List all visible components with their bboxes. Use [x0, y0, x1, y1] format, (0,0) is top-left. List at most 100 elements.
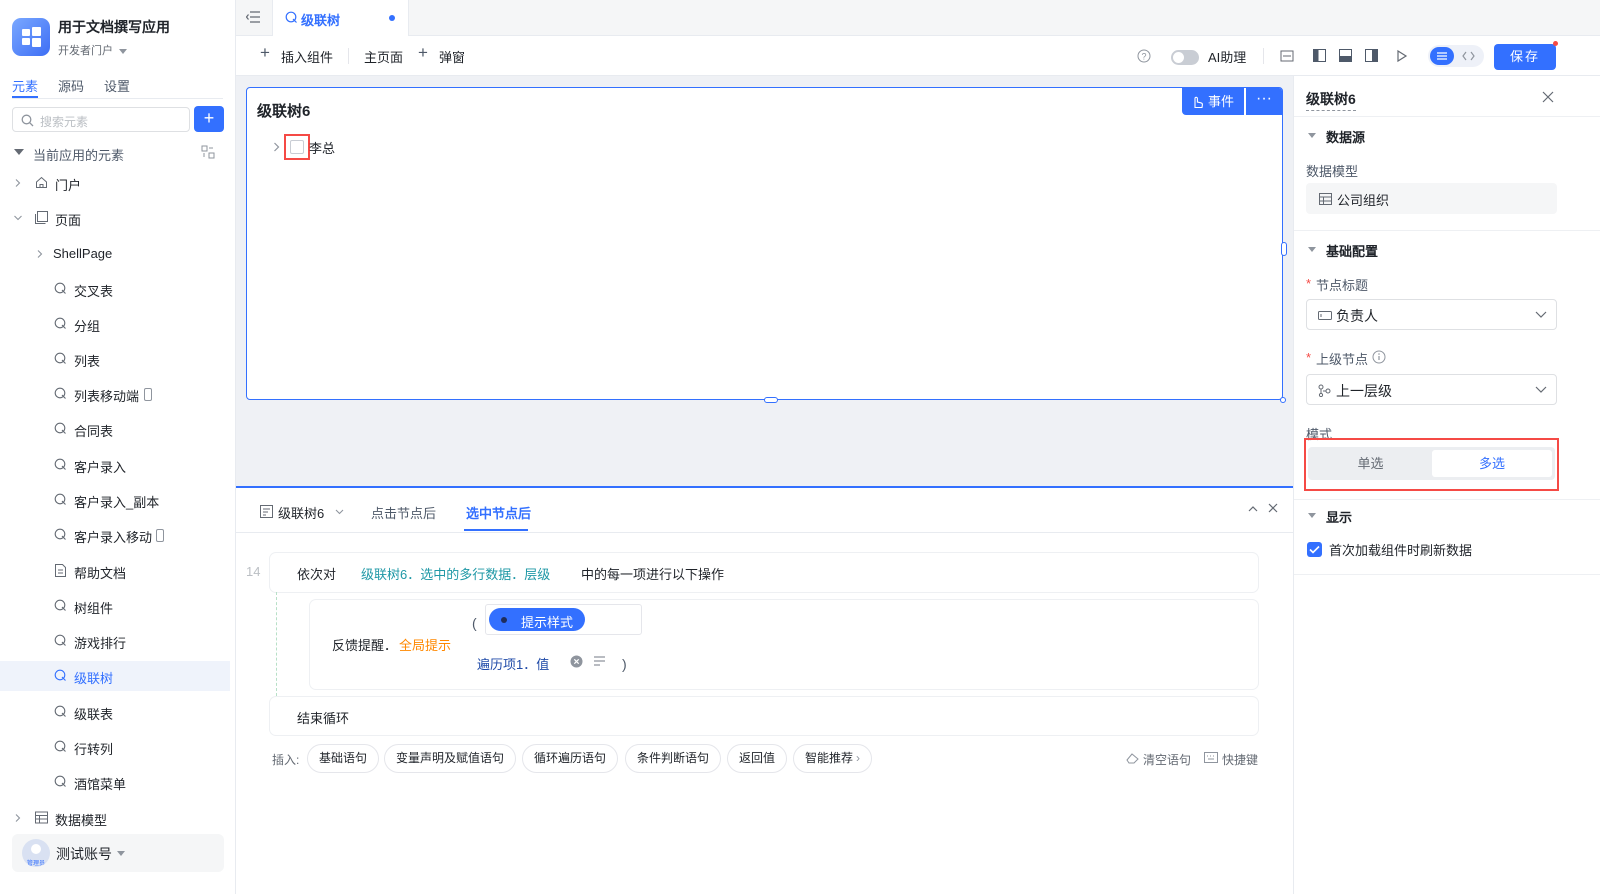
- insert-component-button[interactable]: 插入组件: [281, 47, 333, 66]
- node-title-label: 节点标题: [1316, 278, 1369, 293]
- sidebar-item[interactable]: 级联表: [0, 697, 230, 727]
- cascade-tree-component[interactable]: 级联树6 事件 ··· 李总: [246, 87, 1287, 403]
- code-mode-icon[interactable]: [1462, 50, 1475, 62]
- app-subtitle[interactable]: 开发者门户: [58, 42, 128, 58]
- sidebar-item[interactable]: 树组件: [0, 591, 230, 621]
- doc-icon: [55, 564, 66, 577]
- save-button[interactable]: 保存: [1494, 44, 1556, 70]
- sidebar-item[interactable]: 客户录入: [0, 450, 230, 480]
- tab-cascade-tree[interactable]: 级联树: [272, 0, 409, 36]
- add-element-button[interactable]: +: [194, 106, 224, 132]
- sidebar-item[interactable]: 数据模型: [0, 803, 230, 833]
- search-input[interactable]: 搜索元素: [12, 107, 190, 132]
- resize-handle-corner[interactable]: [1280, 397, 1286, 403]
- home-page-button[interactable]: 主页面: [364, 47, 403, 66]
- format-icon[interactable]: [593, 655, 606, 667]
- insert-chip[interactable]: 返回值: [727, 744, 788, 773]
- chevron-up-icon[interactable]: [1248, 505, 1258, 512]
- feedback-statement[interactable]: 反馈提醒． 全局提示 ( 提示样式 遍历项1．值 ): [310, 600, 1258, 689]
- sidebar-item[interactable]: 分组: [0, 309, 230, 339]
- loop-target-expression[interactable]: 级联树6．选中的多行数据．层级: [361, 564, 550, 583]
- chevron-down-icon[interactable]: [335, 509, 344, 515]
- props-title[interactable]: 级联树6: [1306, 89, 1356, 111]
- tab-elements[interactable]: 元素: [12, 76, 39, 98]
- chevron-down-icon: [1535, 311, 1547, 318]
- iter-value-expression[interactable]: 遍历项1．值: [477, 654, 549, 673]
- sidebar-item[interactable]: 列表移动端: [0, 379, 230, 409]
- sidebar-item[interactable]: 门户: [0, 168, 230, 198]
- caret-down-icon[interactable]: [1308, 513, 1316, 518]
- info-icon[interactable]: [1372, 350, 1386, 364]
- shortcut-button[interactable]: 快捷键: [1222, 751, 1258, 768]
- layout-right-icon[interactable]: [1365, 49, 1378, 62]
- view-mode-switch[interactable]: [1428, 45, 1484, 67]
- chevron-right-icon[interactable]: [14, 179, 22, 187]
- sidebar-item[interactable]: 客户录入移动: [0, 520, 230, 550]
- layout-left-icon[interactable]: [1313, 49, 1326, 62]
- node-checkbox[interactable]: [290, 140, 304, 154]
- sidebar-item[interactable]: 客户录入_副本: [0, 485, 230, 515]
- sidebar-item[interactable]: 游戏排行: [0, 626, 230, 656]
- sidebar-item[interactable]: 页面: [0, 203, 230, 233]
- style-param-slot[interactable]: 提示样式: [485, 604, 642, 635]
- tab-settings[interactable]: 设置: [104, 76, 130, 98]
- mode-single-option[interactable]: 单选: [1311, 450, 1430, 477]
- section-current-elements[interactable]: 当前应用的元素: [0, 138, 230, 168]
- loop-statement[interactable]: 依次对 级联树6．选中的多行数据．层级 中的每一项进行以下操作: [270, 553, 1258, 592]
- tab-source[interactable]: 源码: [58, 76, 84, 98]
- insert-chip[interactable]: 智能推荐 ›: [793, 744, 873, 773]
- chevron-right-icon[interactable]: [14, 814, 22, 822]
- sidebar-item[interactable]: 帮助文档: [0, 556, 230, 586]
- insert-chip[interactable]: 变量声明及赋值语句: [384, 744, 517, 773]
- more-icon[interactable]: ···: [1246, 88, 1282, 115]
- layout-bottom-icon[interactable]: [1339, 49, 1352, 62]
- account-bar[interactable]: 管理员 测试账号: [12, 834, 224, 872]
- end-loop-statement[interactable]: 结束循环: [270, 697, 1258, 735]
- help-icon[interactable]: ?: [1137, 49, 1151, 63]
- resize-handle-right[interactable]: [1281, 242, 1287, 256]
- sidebar-item[interactable]: 交叉表: [0, 274, 230, 304]
- sidebar-item[interactable]: 列表: [0, 344, 230, 374]
- close-icon[interactable]: [1542, 91, 1554, 103]
- layout-full-icon[interactable]: [1280, 50, 1294, 62]
- sidebar-item[interactable]: 合同表: [0, 414, 230, 444]
- resize-handle-bottom[interactable]: [764, 397, 778, 403]
- mode-multi-option[interactable]: 多选: [1432, 450, 1552, 477]
- caret-down-icon[interactable]: [1308, 247, 1316, 252]
- plus-icon: +: [418, 43, 428, 62]
- clear-icon[interactable]: [570, 655, 583, 668]
- sidebar-item[interactable]: 酒馆菜单: [0, 767, 230, 797]
- tab-node-click[interactable]: 点击节点后: [371, 503, 436, 522]
- ai-toggle[interactable]: [1171, 50, 1199, 65]
- insert-chip[interactable]: 基础语句: [307, 744, 380, 773]
- section-basic: 基础配置: [1326, 244, 1379, 259]
- collapse-sidebar-icon[interactable]: [246, 11, 260, 23]
- caret-down-icon[interactable]: [1308, 133, 1316, 138]
- node-title-select[interactable]: 负责人: [1306, 299, 1557, 330]
- feedback-kind[interactable]: 全局提示: [399, 635, 451, 654]
- event-button[interactable]: 事件: [1181, 88, 1244, 115]
- tree-node-label: 李总: [309, 141, 336, 156]
- collapse-all-icon[interactable]: [201, 145, 215, 159]
- chevron-right-icon[interactable]: [36, 250, 44, 258]
- design-mode-icon[interactable]: [1430, 47, 1454, 65]
- insert-chip[interactable]: 循环遍历语句: [522, 744, 619, 773]
- parent-node-select[interactable]: 上一层级: [1306, 374, 1557, 405]
- style-pill[interactable]: 提示样式: [489, 608, 585, 631]
- tab-node-selected[interactable]: 选中节点后: [466, 503, 531, 522]
- insert-chip[interactable]: 条件判断语句: [625, 744, 722, 773]
- sidebar-item-label: 合同表: [74, 424, 114, 439]
- chevron-down-icon[interactable]: [14, 214, 22, 222]
- chevron-right-icon[interactable]: [273, 142, 280, 152]
- close-icon[interactable]: [1268, 503, 1278, 513]
- divider: [348, 48, 349, 64]
- play-icon[interactable]: [1394, 49, 1408, 63]
- sidebar-item[interactable]: 行转列: [0, 732, 230, 762]
- popup-button[interactable]: 弹窗: [439, 47, 465, 66]
- clear-statements-button[interactable]: 清空语句: [1143, 751, 1191, 768]
- sidebar-item[interactable]: 级联树: [0, 661, 230, 691]
- sidebar-item[interactable]: ShellPage: [0, 239, 230, 269]
- refresh-checkbox[interactable]: [1307, 542, 1322, 557]
- logic-component-select[interactable]: 级联树6: [278, 503, 324, 522]
- model-field[interactable]: 公司组织: [1306, 183, 1557, 214]
